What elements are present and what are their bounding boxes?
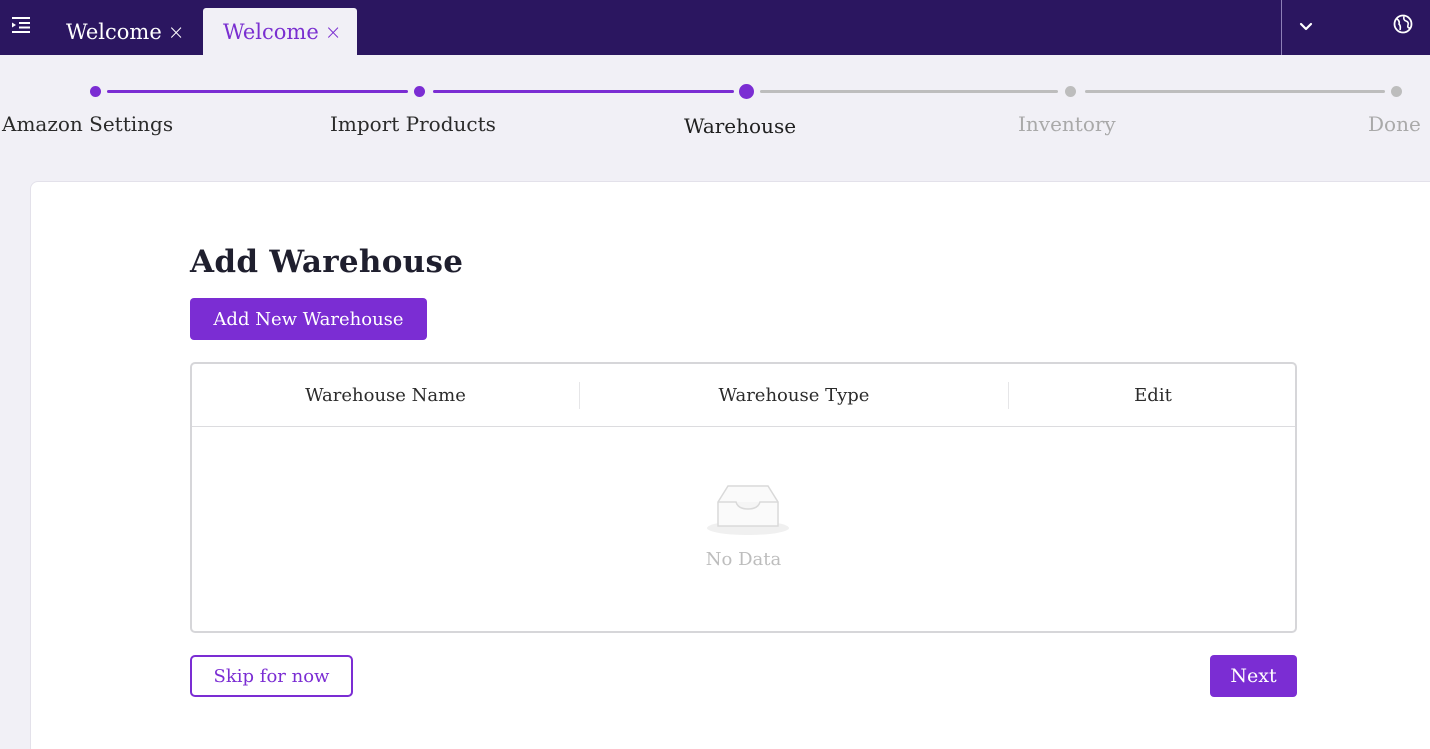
tab-welcome-1[interactable]: Welcome × bbox=[66, 8, 185, 55]
step-dot-pending bbox=[1391, 86, 1402, 97]
step-label-import-products[interactable]: Import Products bbox=[330, 112, 496, 136]
stepper-line-4 bbox=[1085, 90, 1385, 93]
tab-label: Welcome bbox=[223, 19, 319, 44]
page-title: Add Warehouse bbox=[190, 244, 464, 280]
close-icon[interactable]: × bbox=[325, 20, 342, 44]
step-dot-completed bbox=[414, 86, 425, 97]
tab-label: Welcome bbox=[66, 19, 162, 44]
warehouse-table: Warehouse Name Warehouse Type Edit No Da… bbox=[190, 362, 1297, 633]
stepper-line-1 bbox=[107, 90, 408, 93]
top-bar: Welcome × Welcome × bbox=[0, 0, 1430, 55]
empty-state-text: No Data bbox=[705, 549, 782, 570]
step-dot-active bbox=[739, 84, 754, 99]
add-new-warehouse-button[interactable]: Add New Warehouse bbox=[190, 298, 427, 340]
step-dot-completed bbox=[90, 86, 101, 97]
column-header-warehouse-name[interactable]: Warehouse Name bbox=[192, 364, 579, 426]
close-icon[interactable]: × bbox=[168, 20, 185, 44]
toolbar-divider bbox=[1281, 0, 1282, 55]
step-label-done: Done bbox=[1368, 112, 1421, 136]
menu-fold-icon[interactable] bbox=[10, 14, 32, 36]
stepper-line-3 bbox=[760, 90, 1058, 93]
tab-welcome-2-active[interactable]: Welcome × bbox=[203, 8, 357, 55]
skip-for-now-button[interactable]: Skip for now bbox=[190, 655, 353, 697]
column-header-warehouse-type[interactable]: Warehouse Type bbox=[580, 364, 1008, 426]
step-label-warehouse[interactable]: Warehouse bbox=[684, 114, 796, 138]
globe-icon[interactable] bbox=[1392, 13, 1414, 35]
step-label-inventory: Inventory bbox=[1018, 112, 1116, 136]
table-header: Warehouse Name Warehouse Type Edit bbox=[192, 364, 1295, 427]
stepper-line-2 bbox=[433, 90, 734, 93]
next-button[interactable]: Next bbox=[1210, 655, 1297, 697]
step-label-amazon-settings[interactable]: Amazon Settings bbox=[2, 112, 173, 136]
step-dot-pending bbox=[1065, 86, 1076, 97]
column-header-edit[interactable]: Edit bbox=[1009, 364, 1297, 426]
empty-inbox-icon bbox=[706, 482, 790, 538]
chevron-down-icon[interactable] bbox=[1296, 16, 1316, 36]
